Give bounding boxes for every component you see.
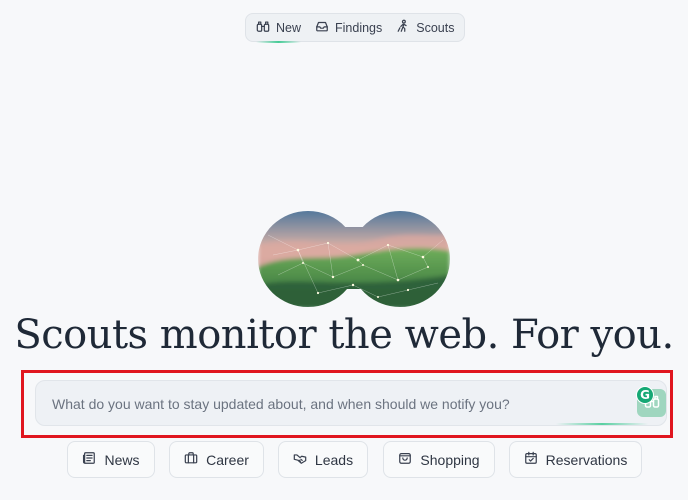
chip-reservations-label: Reservations bbox=[545, 451, 628, 468]
chip-reservations[interactable]: Reservations bbox=[509, 441, 642, 478]
binoculars-icon bbox=[256, 19, 270, 36]
briefcase-icon bbox=[184, 451, 198, 468]
chip-news[interactable]: News bbox=[67, 441, 155, 478]
chip-leads-label: Leads bbox=[314, 451, 354, 468]
tab-scouts-label: Scouts bbox=[416, 20, 455, 35]
app-page: New Findings Scouts Scouts monitor the w… bbox=[0, 0, 688, 500]
grammarly-badge-icon[interactable]: G bbox=[636, 386, 654, 404]
chip-career-label: Career bbox=[206, 451, 249, 468]
page-title: Scouts monitor the web. For you. bbox=[14, 312, 674, 358]
newspaper-icon bbox=[82, 451, 96, 468]
tab-new-label: New bbox=[276, 20, 302, 35]
tab-scouts[interactable]: Scouts bbox=[390, 16, 460, 39]
tab-findings[interactable]: Findings bbox=[309, 16, 388, 39]
query-input[interactable] bbox=[50, 381, 624, 425]
chip-shopping[interactable]: Shopping bbox=[383, 441, 495, 478]
chip-career[interactable]: Career bbox=[169, 441, 264, 478]
scouts-icon bbox=[396, 19, 410, 36]
top-nav: New Findings Scouts bbox=[245, 13, 465, 43]
chip-shopping-label: Shopping bbox=[420, 451, 480, 468]
chip-news-label: News bbox=[104, 451, 140, 468]
binoculars-landscape-illustration bbox=[258, 205, 450, 309]
tab-findings-label: Findings bbox=[335, 20, 383, 35]
handshake-icon bbox=[293, 451, 307, 468]
shopping-bag-icon bbox=[398, 451, 412, 468]
calendar-icon bbox=[524, 451, 538, 468]
chip-leads[interactable]: Leads bbox=[278, 441, 368, 478]
inbox-icon bbox=[315, 19, 329, 36]
tab-new[interactable]: New bbox=[250, 16, 307, 43]
query-box bbox=[35, 380, 667, 426]
